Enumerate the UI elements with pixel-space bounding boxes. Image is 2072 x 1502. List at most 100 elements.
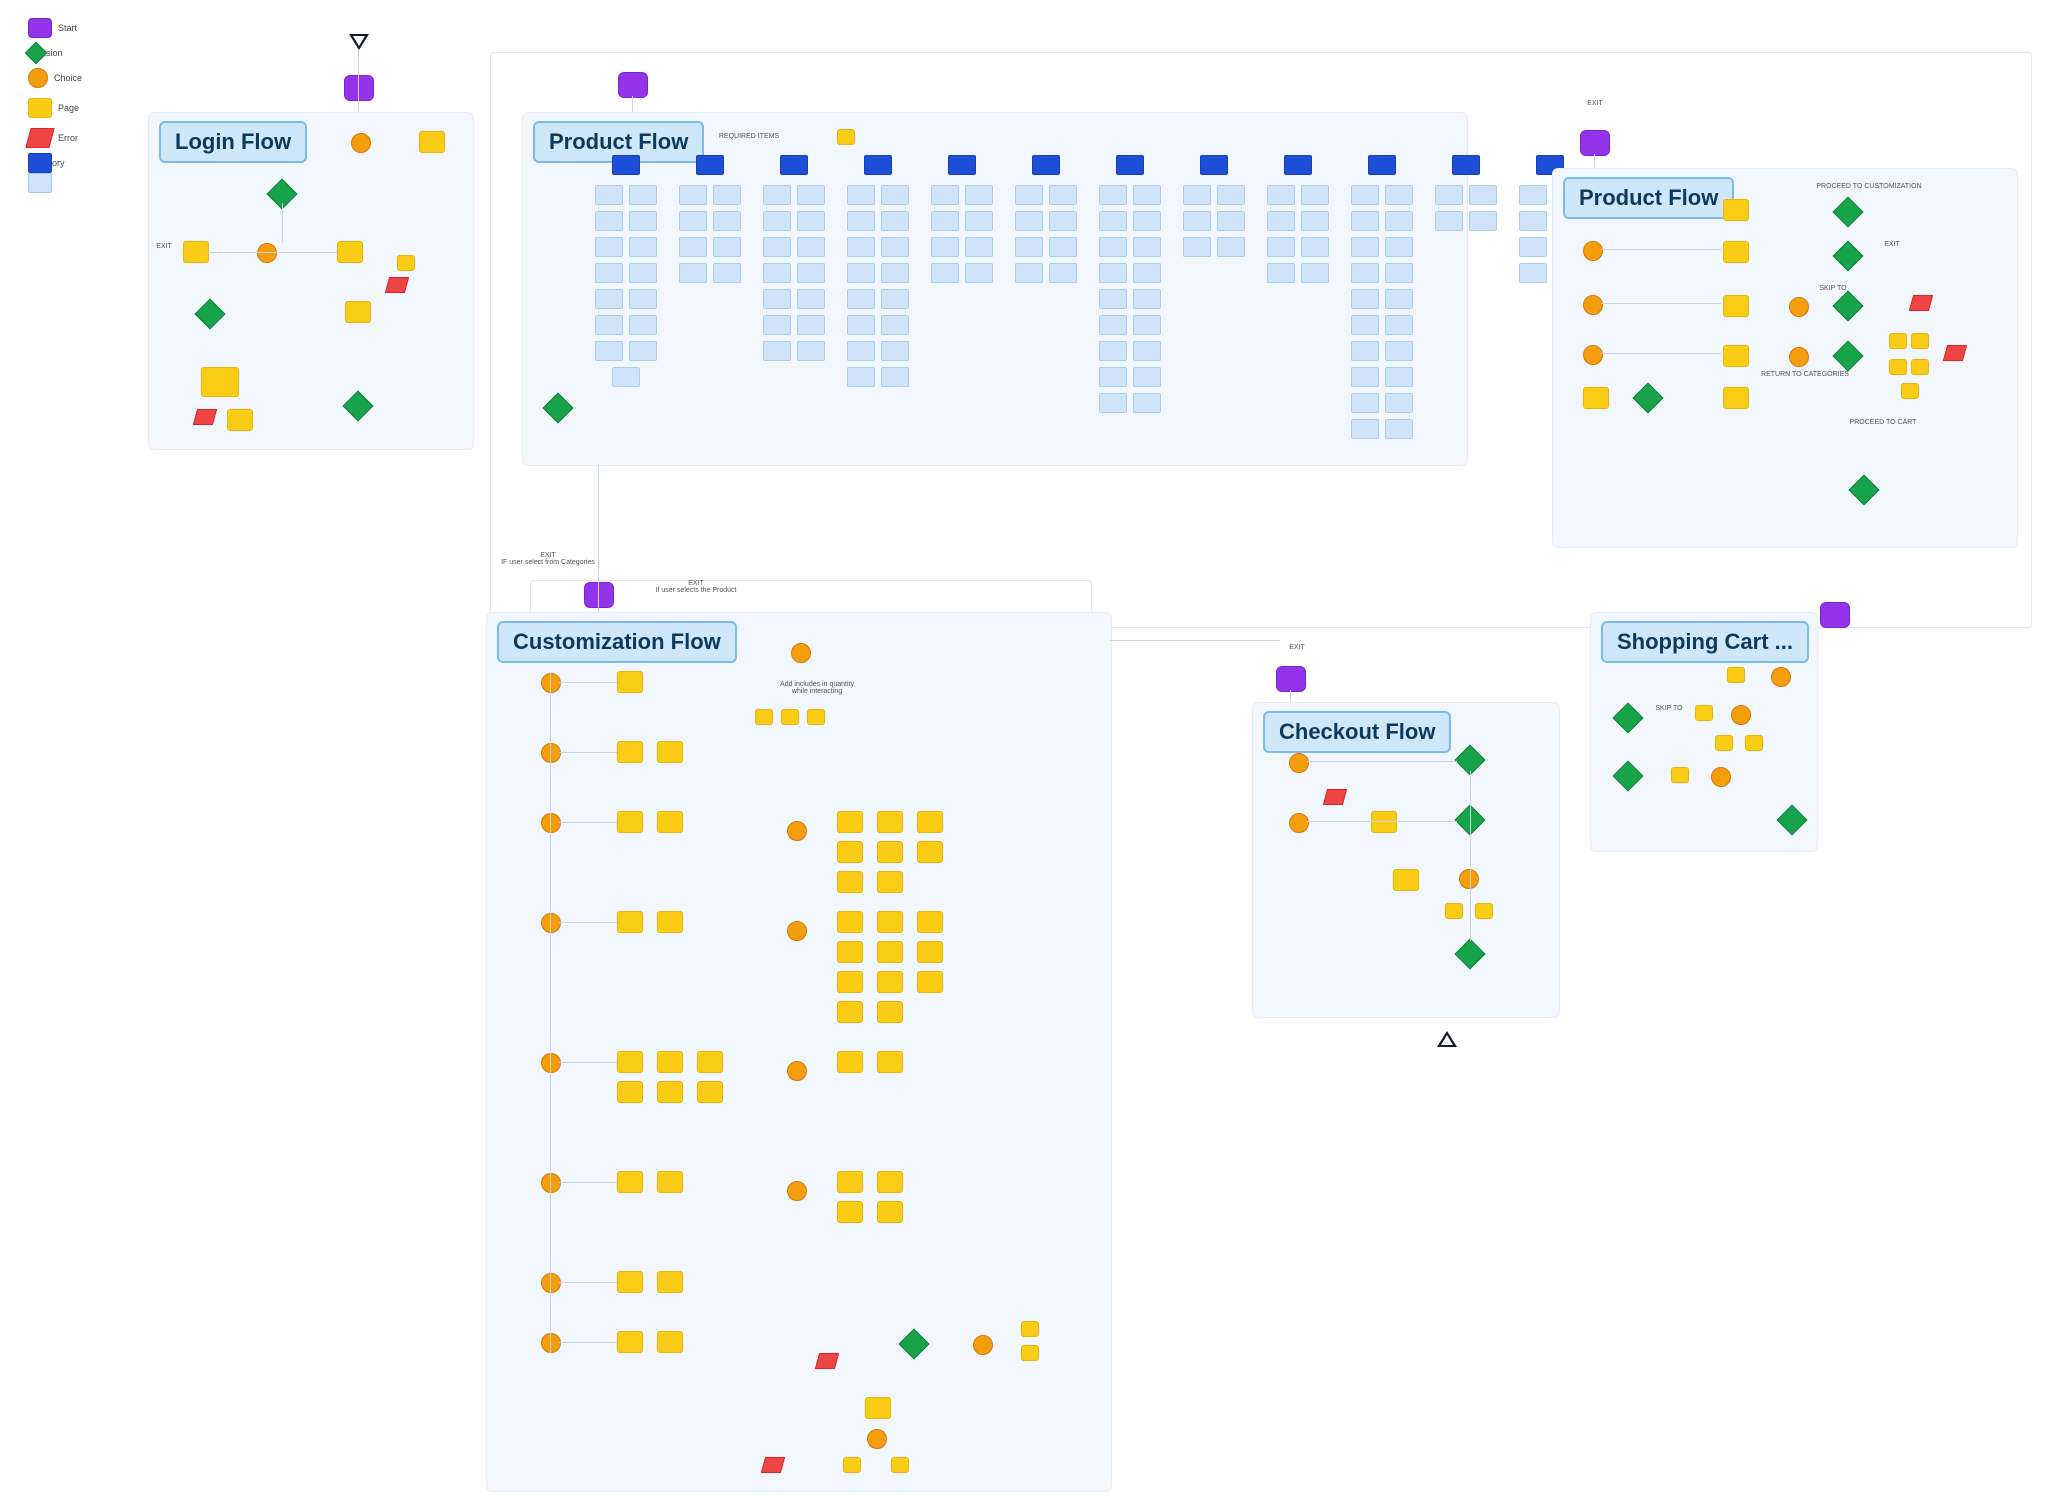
page-node[interactable] xyxy=(877,1201,903,1223)
product-card[interactable] xyxy=(1015,211,1043,231)
product-card[interactable] xyxy=(595,237,623,257)
error-node[interactable] xyxy=(1323,789,1347,805)
page-node[interactable] xyxy=(837,129,855,145)
product-card[interactable] xyxy=(1519,237,1547,257)
product-card[interactable] xyxy=(1049,263,1077,283)
page-node[interactable] xyxy=(917,911,943,933)
choice-node[interactable] xyxy=(1711,767,1731,787)
page-node[interactable] xyxy=(1889,333,1907,349)
product-card[interactable] xyxy=(679,263,707,283)
product-card[interactable] xyxy=(1351,393,1379,413)
product-card[interactable] xyxy=(797,263,825,283)
category-folder-icon[interactable] xyxy=(1368,155,1396,175)
product-card[interactable] xyxy=(1435,211,1463,231)
product-card[interactable] xyxy=(713,237,741,257)
decision-node[interactable] xyxy=(898,1328,929,1359)
page-node[interactable] xyxy=(1475,903,1493,919)
product-card[interactable] xyxy=(797,185,825,205)
product-card[interactable] xyxy=(1385,185,1413,205)
product1-start-node[interactable] xyxy=(618,72,648,98)
choice-node[interactable] xyxy=(541,743,561,763)
product-card[interactable] xyxy=(1133,263,1161,283)
page-node[interactable] xyxy=(1901,383,1919,399)
product-card[interactable] xyxy=(1217,211,1245,231)
choice-node[interactable] xyxy=(1289,813,1309,833)
product-card[interactable] xyxy=(1385,341,1413,361)
product-card[interactable] xyxy=(847,237,875,257)
product-card[interactable] xyxy=(595,185,623,205)
product-card[interactable] xyxy=(1133,237,1161,257)
product-card[interactable] xyxy=(1267,185,1295,205)
product-card[interactable] xyxy=(1351,237,1379,257)
page-node[interactable] xyxy=(657,1171,683,1193)
page-node[interactable] xyxy=(657,1051,683,1073)
page-node[interactable] xyxy=(877,971,903,993)
page-node[interactable] xyxy=(755,709,773,725)
product-card[interactable] xyxy=(881,315,909,335)
product-card[interactable] xyxy=(881,185,909,205)
product-card[interactable] xyxy=(1351,315,1379,335)
choice-node[interactable] xyxy=(1583,295,1603,315)
decision-node[interactable] xyxy=(342,390,373,421)
page-node[interactable] xyxy=(917,841,943,863)
choice-node[interactable] xyxy=(1789,347,1809,367)
page-node[interactable] xyxy=(617,1331,643,1353)
product-card[interactable] xyxy=(1099,393,1127,413)
category-folder-icon[interactable] xyxy=(1284,155,1312,175)
category-folder-icon[interactable] xyxy=(948,155,976,175)
product-card[interactable] xyxy=(1183,211,1211,231)
product-card[interactable] xyxy=(965,263,993,283)
product-card[interactable] xyxy=(1015,185,1043,205)
product-card[interactable] xyxy=(797,211,825,231)
page-node[interactable] xyxy=(419,131,445,153)
page-node[interactable] xyxy=(617,911,643,933)
product-card[interactable] xyxy=(1217,237,1245,257)
product-card[interactable] xyxy=(847,185,875,205)
product-card[interactable] xyxy=(1351,289,1379,309)
product-card[interactable] xyxy=(881,341,909,361)
choice-node[interactable] xyxy=(1459,869,1479,889)
category-folder-icon[interactable] xyxy=(696,155,724,175)
choice-node[interactable] xyxy=(1583,345,1603,365)
page-node[interactable] xyxy=(877,841,903,863)
product-card[interactable] xyxy=(1133,185,1161,205)
choice-node[interactable] xyxy=(541,913,561,933)
product-card[interactable] xyxy=(763,341,791,361)
page-node[interactable] xyxy=(877,1051,903,1073)
choice-node[interactable] xyxy=(541,1273,561,1293)
product-card[interactable] xyxy=(1351,419,1379,439)
product-card[interactable] xyxy=(1099,211,1127,231)
page-node[interactable] xyxy=(807,709,825,725)
page-node[interactable] xyxy=(1727,667,1745,683)
page-node[interactable] xyxy=(697,1051,723,1073)
choice-node[interactable] xyxy=(1789,297,1809,317)
product-card[interactable] xyxy=(1133,315,1161,335)
product-card[interactable] xyxy=(1015,237,1043,257)
product-card[interactable] xyxy=(1519,263,1547,283)
product-card[interactable] xyxy=(931,263,959,283)
choice-node[interactable] xyxy=(541,673,561,693)
decision-node[interactable] xyxy=(1848,474,1879,505)
product-card[interactable] xyxy=(847,289,875,309)
page-node[interactable] xyxy=(1723,295,1749,317)
checkout-start-node[interactable] xyxy=(1276,666,1306,692)
error-node[interactable] xyxy=(385,277,409,293)
page-node[interactable] xyxy=(657,911,683,933)
product-card[interactable] xyxy=(1049,237,1077,257)
product2-start-node[interactable] xyxy=(1580,130,1610,156)
product-card[interactable] xyxy=(1385,393,1413,413)
product-card[interactable] xyxy=(1351,367,1379,387)
product-card[interactable] xyxy=(763,237,791,257)
product-card[interactable] xyxy=(763,185,791,205)
login-flow-container[interactable]: Login Flow EXIT xyxy=(148,112,474,450)
cart-start-node[interactable] xyxy=(1820,602,1850,628)
cart-flow-container[interactable]: Shopping Cart ... SKIP TO xyxy=(1590,612,1818,852)
product-card[interactable] xyxy=(1385,367,1413,387)
product-card[interactable] xyxy=(881,263,909,283)
decision-node[interactable] xyxy=(1612,760,1643,791)
product-card[interactable] xyxy=(881,289,909,309)
product-card[interactable] xyxy=(679,211,707,231)
page-node[interactable] xyxy=(837,871,863,893)
choice-node[interactable] xyxy=(791,643,811,663)
page-node[interactable] xyxy=(877,1001,903,1023)
